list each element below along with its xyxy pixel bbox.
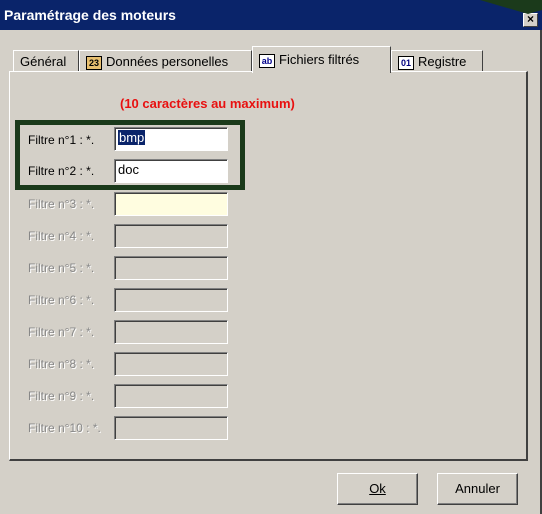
ab-text-icon: ab — [259, 53, 275, 68]
filter-3-input[interactable] — [114, 192, 228, 216]
filter-4-label: Filtre n°4 : *. — [28, 229, 95, 243]
filter-10-input[interactable] — [114, 416, 228, 440]
filter-4-input[interactable] — [114, 224, 228, 248]
person-card-icon: 23 — [86, 55, 102, 70]
tab-registry-label: Registre — [418, 54, 467, 69]
filter-3-label: Filtre n°3 : *. — [28, 197, 95, 211]
filter-9-input[interactable] — [114, 384, 228, 408]
ok-button[interactable]: Ok — [337, 473, 418, 505]
filter-5-input[interactable] — [114, 256, 228, 280]
window-title: Paramétrage des moteurs — [4, 7, 176, 23]
filter-2-input[interactable]: doc — [114, 159, 228, 183]
tab-personal-data[interactable]: 23 Données personelles — [79, 50, 252, 72]
filter-8-label: Filtre n°8 : *. — [28, 357, 95, 371]
corner-arrow-icon — [480, 0, 542, 14]
tab-personal-data-label: Données personelles — [106, 54, 229, 69]
filter-7-label: Filtre n°7 : *. — [28, 325, 95, 339]
cancel-button[interactable]: Annuler — [437, 473, 518, 505]
max-length-hint: (10 caractères au maximum) — [120, 96, 295, 111]
filter-1-label: Filtre n°1 : *. — [28, 133, 95, 147]
filter-7-input[interactable] — [114, 320, 228, 344]
close-button[interactable]: × — [523, 13, 538, 27]
ok-label: Ok — [369, 481, 386, 496]
title-bar[interactable]: Paramétrage des moteurs × — [0, 0, 542, 30]
tab-registry[interactable]: 01 Registre — [391, 50, 483, 72]
filter-1-value: bmp — [118, 130, 146, 145]
tab-filtered-files-label: Fichiers filtrés — [279, 52, 360, 67]
filter-2-value: doc — [118, 162, 139, 177]
filter-1-input[interactable]: bmp — [114, 127, 228, 151]
filter-6-input[interactable] — [114, 288, 228, 312]
filter-9-label: Filtre n°9 : *. — [28, 389, 95, 403]
settings-dialog: Paramétrage des moteurs × Général 23 Donn… — [0, 0, 542, 514]
filter-6-label: Filtre n°6 : *. — [28, 293, 95, 307]
tab-general[interactable]: Général — [13, 50, 79, 72]
tab-general-label: Général — [20, 54, 67, 69]
filter-10-label: Filtre n°10 : *. — [28, 421, 101, 435]
cancel-label: Annuler — [455, 481, 500, 496]
registry-icon: 01 — [398, 55, 414, 70]
filter-5-label: Filtre n°5 : *. — [28, 261, 95, 275]
tab-filtered-files[interactable]: ab Fichiers filtrés — [252, 46, 391, 73]
filtered-files-panel: (10 caractères au maximum) Filtre n°1 : … — [9, 71, 528, 461]
filter-8-input[interactable] — [114, 352, 228, 376]
filter-2-label: Filtre n°2 : *. — [28, 164, 95, 178]
